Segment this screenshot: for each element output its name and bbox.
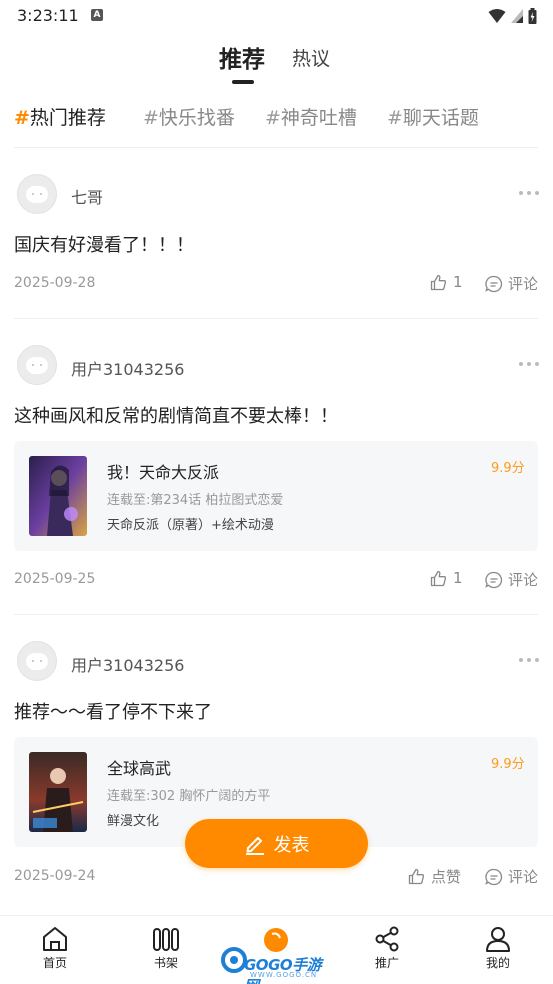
bottom-navigation: 首页 书架 GOGO手游网 WWW.GOGO.CN 推广 我的	[0, 915, 553, 984]
book-progress: 连载至:第234话 柏拉图式恋爱	[107, 493, 284, 508]
thumbs-up-icon	[408, 868, 425, 885]
post-content[interactable]: 推荐～～看了停不下来了	[14, 698, 212, 724]
share-icon	[375, 926, 399, 952]
edit-pen-icon	[245, 836, 264, 855]
thumbs-up-icon	[430, 570, 447, 586]
post-date: 2025-09-28	[14, 275, 96, 291]
nav-profile[interactable]: 我的	[468, 926, 528, 971]
book-cover	[29, 752, 87, 832]
watermark-subtext: WWW.GOGO.CN	[250, 971, 318, 979]
publish-label: 发表	[273, 834, 310, 856]
avatar[interactable]	[17, 641, 57, 681]
watermark-text: GOGO手游网	[244, 956, 322, 984]
watermark-logo: GOGO手游网 WWW.GOGO.CN	[220, 924, 332, 984]
comment-button[interactable]: 评论	[485, 866, 538, 887]
book-title: 全球高武	[107, 759, 172, 778]
comment-icon	[485, 571, 503, 588]
bookshelf-icon	[153, 928, 179, 951]
topic-hot-recommend[interactable]: #热门推荐	[14, 103, 106, 130]
post-date: 2025-09-24	[14, 868, 96, 884]
more-options-icon[interactable]	[519, 362, 539, 368]
book-author: 鲜漫文化	[107, 814, 160, 829]
comment-label: 评论	[508, 571, 539, 589]
comment-icon	[485, 275, 503, 292]
top-tabs: 推荐 热议	[0, 38, 553, 88]
book-author: 天命反派（原著）+绘术动漫	[107, 518, 274, 533]
home-icon	[43, 927, 67, 951]
divider	[14, 614, 538, 615]
username[interactable]: 用户31043256	[71, 356, 184, 380]
avatar[interactable]	[17, 345, 57, 385]
post-content[interactable]: 这种画风和反常的剧情简直不要太棒！！	[14, 402, 338, 428]
like-count: 1	[453, 273, 463, 291]
comment-label: 评论	[508, 868, 539, 886]
nav-promote-label: 推广	[374, 956, 399, 970]
notification-icon: A	[91, 9, 103, 21]
topic-happy-find-anime[interactable]: #快乐找番	[143, 103, 235, 130]
status-icons	[488, 6, 537, 24]
book-score: 9.9分	[491, 757, 525, 772]
comment-button[interactable]: 评论	[485, 569, 538, 590]
username[interactable]: 用户31043256	[71, 652, 184, 676]
username[interactable]: 七哥	[71, 184, 103, 208]
nav-bookshelf-label: 书架	[153, 956, 178, 970]
book-cover	[29, 456, 87, 536]
profile-icon	[486, 927, 510, 952]
active-tab-indicator	[232, 80, 254, 84]
tab-hot-discussion[interactable]: 热议	[292, 44, 330, 71]
status-time: 3:23:11	[17, 6, 79, 25]
nav-home-label: 首页	[42, 956, 67, 970]
battery-icon	[528, 8, 537, 24]
book-title: 我！天命大反派	[107, 463, 220, 482]
topic-chat[interactable]: #聊天话题	[387, 103, 479, 130]
topic-filter-row: #热门推荐 #快乐找番 #神奇吐槽 #聊天话题	[14, 103, 544, 133]
wifi-icon	[488, 9, 506, 23]
signal-icon	[511, 9, 523, 23]
book-card[interactable]: 我！天命大反派 连载至:第234话 柏拉图式恋爱 天命反派（原著）+绘术动漫 9…	[14, 441, 538, 551]
nav-profile-label: 我的	[485, 956, 510, 970]
publish-button[interactable]: 发表	[185, 819, 368, 868]
thumbs-up-icon	[430, 274, 447, 290]
comment-icon	[485, 868, 503, 885]
divider	[14, 318, 538, 319]
avatar[interactable]	[17, 174, 57, 214]
more-options-icon[interactable]	[519, 191, 539, 197]
book-progress: 连载至:302 胸怀广阔的方平	[107, 789, 271, 804]
like-button[interactable]: 1	[430, 569, 463, 587]
like-button[interactable]: 点赞	[408, 866, 461, 887]
comment-label: 评论	[508, 275, 539, 293]
comment-button[interactable]: 评论	[485, 273, 538, 294]
book-score: 9.9分	[491, 461, 525, 476]
divider	[14, 147, 538, 148]
more-options-icon[interactable]	[519, 658, 539, 664]
nav-bookshelf[interactable]: 书架	[136, 926, 196, 971]
status-bar: 3:23:11 A	[0, 0, 553, 30]
post-date: 2025-09-25	[14, 571, 96, 587]
like-count: 1	[453, 569, 463, 587]
nav-promote[interactable]: 推广	[357, 926, 417, 971]
topic-funny-rants[interactable]: #神奇吐槽	[265, 103, 357, 130]
nav-home[interactable]: 首页	[25, 926, 85, 971]
tab-recommend[interactable]: 推荐	[219, 40, 265, 74]
post-content[interactable]: 国庆有好漫看了！！！	[14, 231, 194, 257]
like-button[interactable]: 1	[430, 273, 463, 291]
like-label: 点赞	[431, 868, 462, 886]
